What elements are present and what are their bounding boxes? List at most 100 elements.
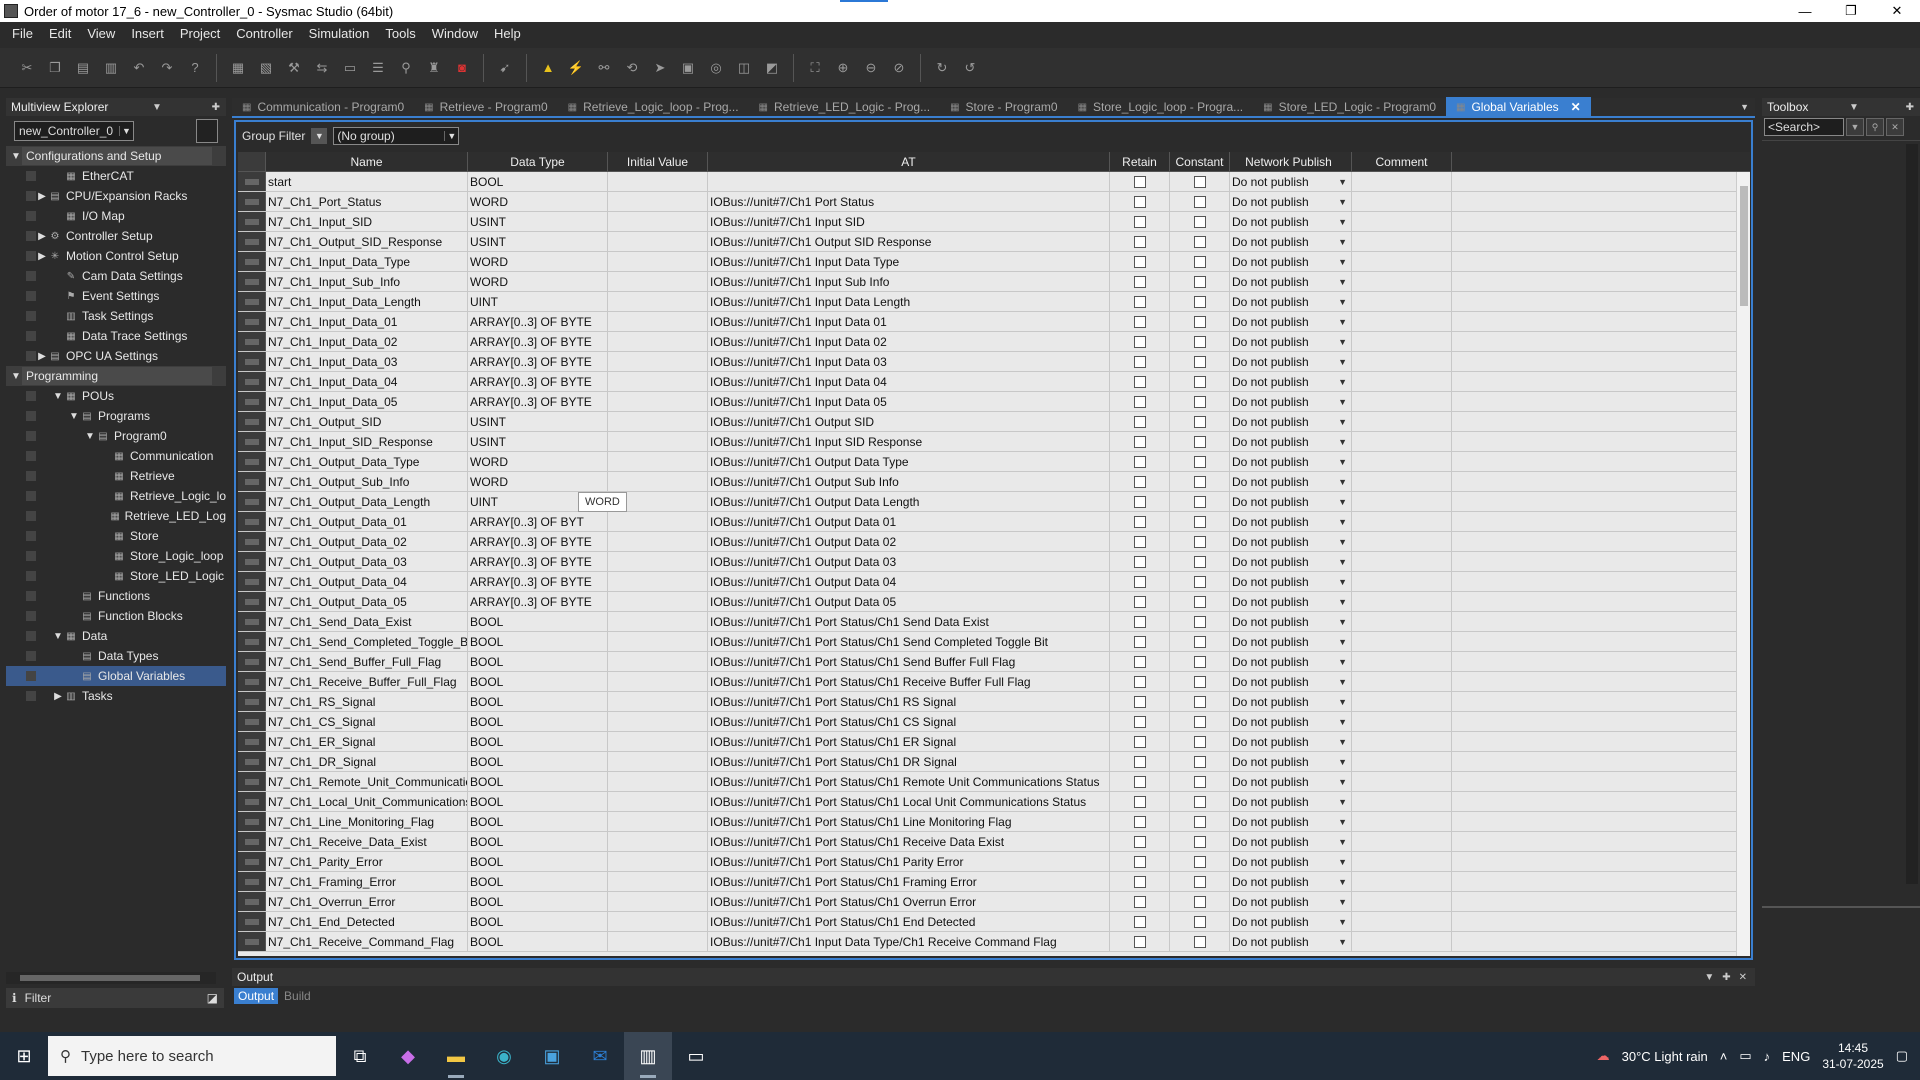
table-row[interactable]: N7_Ch1_ER_Signal BOOL IOBus://unit#7/Ch1 P… bbox=[238, 732, 1750, 752]
at-cell[interactable]: IOBus://unit#7/Ch1 Port Status/Ch1 Remot… bbox=[708, 772, 1110, 791]
table-row[interactable]: N7_Ch1_Send_Data_Exist BOOL IOBus://unit#7… bbox=[238, 612, 1750, 632]
network-publish-select[interactable]: Do not publish ▼ bbox=[1230, 932, 1352, 951]
tree-item[interactable]: ▦ Retrieve_Logic_lo bbox=[6, 486, 226, 506]
network-publish-select[interactable]: Do not publish ▼ bbox=[1230, 812, 1352, 831]
menu-view[interactable]: View bbox=[79, 26, 123, 41]
tree-item[interactable]: ▦ I/O Map bbox=[6, 206, 226, 226]
controller-select[interactable]: new_Controller_0 ▼ bbox=[14, 121, 134, 141]
constant-checkbox[interactable] bbox=[1193, 235, 1206, 248]
data-type-cell[interactable]: ARRAY[0..3] OF BYTE bbox=[468, 372, 608, 391]
constant-checkbox[interactable] bbox=[1193, 875, 1206, 888]
at-cell[interactable]: IOBus://unit#7/Ch1 Port Status/Ch1 Line … bbox=[708, 812, 1110, 831]
retain-checkbox[interactable] bbox=[1133, 315, 1146, 328]
comment-cell[interactable] bbox=[1352, 912, 1452, 931]
initial-value-cell[interactable] bbox=[608, 472, 708, 491]
filter-bar[interactable]: ℹ Filter ◪ bbox=[6, 988, 224, 1008]
initial-value-cell[interactable] bbox=[608, 232, 708, 251]
scrollbar-thumb[interactable] bbox=[1740, 186, 1748, 306]
tree-item[interactable]: ▶ ▤ OPC UA Settings bbox=[6, 346, 226, 366]
variable-name-cell[interactable]: N7_Ch1_Receive_Command_Flag bbox=[266, 932, 468, 951]
clock[interactable]: 14:45 31-07-2025 bbox=[1822, 1040, 1883, 1072]
row-handle[interactable] bbox=[238, 652, 266, 671]
tree-item[interactable]: ▥ Task Settings bbox=[6, 306, 226, 326]
constant-checkbox[interactable] bbox=[1193, 675, 1206, 688]
scrollbar-thumb[interactable] bbox=[20, 975, 200, 981]
row-handle[interactable] bbox=[238, 632, 266, 651]
network-publish-select[interactable]: Do not publish ▼ bbox=[1230, 872, 1352, 891]
windows-start-icon[interactable]: ⊞ bbox=[0, 1032, 48, 1080]
toolbox-search-input[interactable]: <Search> bbox=[1764, 118, 1844, 136]
table-row[interactable]: N7_Ch1_Local_Unit_Communications_ BOOL IOB… bbox=[238, 792, 1750, 812]
network-publish-select[interactable]: Do not publish ▼ bbox=[1230, 692, 1352, 711]
chevron-down-icon[interactable]: ▼ bbox=[1338, 777, 1347, 787]
chevron-down-icon[interactable]: ▼ bbox=[1338, 657, 1347, 667]
network-publish-select[interactable]: Do not publish ▼ bbox=[1230, 612, 1352, 631]
row-handle[interactable] bbox=[238, 512, 266, 531]
initial-value-cell[interactable] bbox=[608, 612, 708, 631]
comment-cell[interactable] bbox=[1352, 732, 1452, 751]
data-type-cell[interactable]: ARRAY[0..3] OF BYTE bbox=[468, 572, 608, 591]
network-publish-select[interactable]: Do not publish ▼ bbox=[1230, 912, 1352, 931]
network-publish-select[interactable]: Do not publish ▼ bbox=[1230, 772, 1352, 791]
retain-checkbox[interactable] bbox=[1133, 175, 1146, 188]
initial-value-cell[interactable] bbox=[608, 692, 708, 711]
chevron-down-icon[interactable]: ▼ bbox=[1338, 357, 1347, 367]
chevron-down-icon[interactable]: ▼ bbox=[1338, 917, 1347, 927]
column-header-retain[interactable]: Retain bbox=[1110, 152, 1170, 171]
tree-item[interactable]: ▤ Function Blocks bbox=[6, 606, 226, 626]
network-publish-select[interactable]: Do not publish ▼ bbox=[1230, 392, 1352, 411]
initial-value-cell[interactable] bbox=[608, 352, 708, 371]
task-view-icon[interactable]: ⧉ bbox=[336, 1032, 384, 1080]
at-cell[interactable]: IOBus://unit#7/Ch1 Port Status/Ch1 Send … bbox=[708, 612, 1110, 631]
column-header-constant[interactable]: Constant bbox=[1170, 152, 1230, 171]
chevron-down-icon[interactable]: ▼ bbox=[1338, 557, 1347, 567]
row-handle[interactable] bbox=[238, 572, 266, 591]
chevron-down-icon[interactable]: ▼ bbox=[1338, 497, 1347, 507]
at-cell[interactable] bbox=[708, 172, 1110, 191]
table-row[interactable]: N7_Ch1_Output_SID_Response USINT IOBus://u… bbox=[238, 232, 1750, 252]
outlook-icon[interactable]: ✉ bbox=[576, 1032, 624, 1080]
variable-name-cell[interactable]: N7_Ch1_Output_SID_Response bbox=[266, 232, 468, 251]
column-header-comment[interactable]: Comment bbox=[1352, 152, 1452, 171]
data-type-cell[interactable]: USINT bbox=[468, 232, 608, 251]
table-row[interactable]: N7_Ch1_Output_Data_01 ARRAY[0..3] OF BYT I… bbox=[238, 512, 1750, 532]
column-header-name[interactable]: Name bbox=[266, 152, 468, 171]
variable-name-cell[interactable]: N7_Ch1_Input_SID_Response bbox=[266, 432, 468, 451]
data-type-cell[interactable]: BOOL bbox=[468, 852, 608, 871]
chevron-down-icon[interactable]: ▼ bbox=[1338, 377, 1347, 387]
constant-checkbox[interactable] bbox=[1193, 435, 1206, 448]
constant-checkbox[interactable] bbox=[1193, 715, 1206, 728]
network-publish-select[interactable]: Do not publish ▼ bbox=[1230, 532, 1352, 551]
retain-checkbox[interactable] bbox=[1133, 615, 1146, 628]
network-publish-select[interactable]: Do not publish ▼ bbox=[1230, 372, 1352, 391]
data-type-cell[interactable]: BOOL bbox=[468, 652, 608, 671]
network-publish-select[interactable]: Do not publish ▼ bbox=[1230, 452, 1352, 471]
chevron-down-icon[interactable]: ▼ bbox=[1338, 237, 1347, 247]
tree-item[interactable]: ▼ ▤ Program0 bbox=[6, 426, 226, 446]
variable-name-cell[interactable]: N7_Ch1_Output_Data_02 bbox=[266, 532, 468, 551]
retain-checkbox[interactable] bbox=[1133, 495, 1146, 508]
chevron-down-icon[interactable]: ▼ bbox=[1338, 697, 1347, 707]
transfer-icon[interactable]: ➤ bbox=[647, 55, 673, 81]
row-handle[interactable] bbox=[238, 732, 266, 751]
chevron-down-icon[interactable]: ▼ bbox=[1338, 477, 1347, 487]
variable-name-cell[interactable]: N7_Ch1_CS_Signal bbox=[266, 712, 468, 731]
controller-icon[interactable] bbox=[196, 119, 218, 143]
chevron-down-icon[interactable]: ▼ bbox=[1846, 118, 1864, 136]
comment-cell[interactable] bbox=[1352, 192, 1452, 211]
row-handle[interactable] bbox=[238, 692, 266, 711]
comment-cell[interactable] bbox=[1352, 392, 1452, 411]
network-publish-select[interactable]: Do not publish ▼ bbox=[1230, 352, 1352, 371]
tree-item[interactable]: ▼ ▦ POUs bbox=[6, 386, 226, 406]
paste-icon[interactable]: ▤ bbox=[70, 55, 96, 81]
row-handle[interactable] bbox=[238, 292, 266, 311]
data-type-cell[interactable]: WORD bbox=[468, 192, 608, 211]
constant-checkbox[interactable] bbox=[1193, 835, 1206, 848]
at-cell[interactable]: IOBus://unit#7/Ch1 Output Data 04 bbox=[708, 572, 1110, 591]
network-publish-select[interactable]: Do not publish ▼ bbox=[1230, 652, 1352, 671]
row-handle[interactable] bbox=[238, 472, 266, 491]
initial-value-cell[interactable] bbox=[608, 772, 708, 791]
chevron-down-icon[interactable]: ▼ bbox=[1338, 577, 1347, 587]
at-cell[interactable]: IOBus://unit#7/Ch1 Input Data 04 bbox=[708, 372, 1110, 391]
constant-checkbox[interactable] bbox=[1193, 275, 1206, 288]
